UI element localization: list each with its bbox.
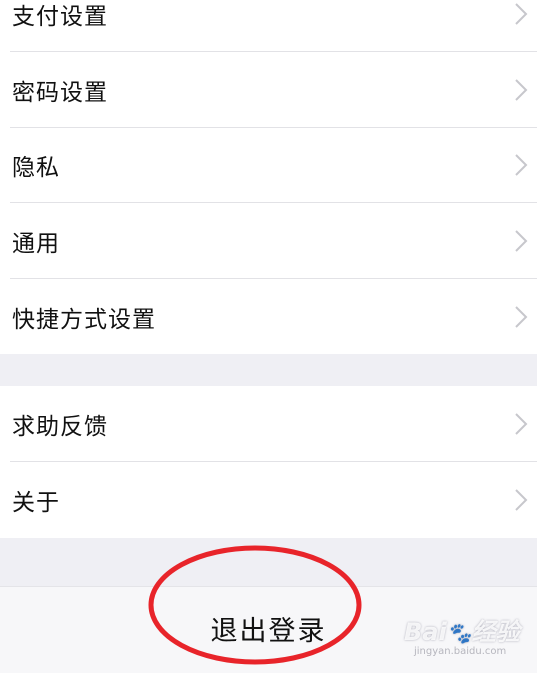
settings-group-account: 支付设置 密码设置 隐私 通用 快捷方式设置 <box>0 0 537 354</box>
settings-row-payment[interactable]: 支付设置 <box>0 0 537 52</box>
logout-button[interactable]: 退出登录 <box>0 586 537 673</box>
row-label: 通用 <box>12 231 60 257</box>
row-label: 隐私 <box>12 155 60 181</box>
logout-label: 退出登录 <box>210 616 327 647</box>
settings-row-shortcuts[interactable]: 快捷方式设置 <box>0 279 537 355</box>
settings-row-privacy[interactable]: 隐私 <box>0 127 537 203</box>
chevron-right-icon <box>515 3 528 25</box>
row-label: 密码设置 <box>12 80 108 106</box>
settings-group-support: 求助反馈 关于 <box>0 386 537 538</box>
row-label: 求助反馈 <box>12 414 108 440</box>
chevron-right-icon <box>515 489 528 511</box>
row-label: 支付设置 <box>12 4 108 30</box>
chevron-right-icon <box>515 79 528 101</box>
settings-row-about[interactable]: 关于 <box>0 462 537 538</box>
chevron-right-icon <box>515 154 528 176</box>
row-label: 关于 <box>12 490 60 516</box>
settings-row-general[interactable]: 通用 <box>0 203 537 279</box>
chevron-right-icon <box>515 413 528 435</box>
row-label: 快捷方式设置 <box>12 307 156 333</box>
settings-row-password[interactable]: 密码设置 <box>0 52 537 128</box>
chevron-right-icon <box>515 306 528 328</box>
chevron-right-icon <box>515 230 528 252</box>
settings-screen: 支付设置 密码设置 隐私 通用 快捷方式设置 求助反馈 关于 退出登录 Bai🐾… <box>0 0 537 673</box>
settings-row-feedback[interactable]: 求助反馈 <box>0 386 537 462</box>
